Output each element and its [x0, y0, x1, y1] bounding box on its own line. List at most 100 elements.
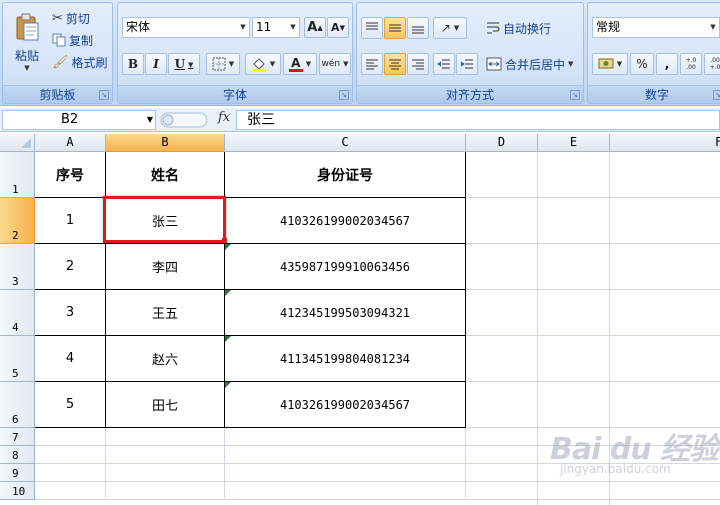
error-indicator-icon[interactable]	[225, 336, 231, 342]
cell-b3[interactable]: 李四	[106, 244, 224, 289]
paste-icon	[16, 13, 39, 40]
chevron-down-icon: ▼	[710, 23, 716, 31]
error-indicator-icon[interactable]	[225, 290, 231, 296]
decrease-decimal-button[interactable]: .00 +.0	[704, 53, 720, 75]
gridline	[466, 381, 720, 382]
copy-button[interactable]: 复制	[51, 31, 94, 49]
row-header-8[interactable]: 8	[0, 446, 35, 464]
row-header-7[interactable]: 7	[0, 428, 35, 446]
decrease-indent-button[interactable]	[433, 53, 455, 75]
cell-c6[interactable]: 410326199002034567	[225, 382, 465, 427]
chevron-down-icon: ▼	[146, 115, 153, 124]
align-top-button[interactable]	[361, 17, 383, 39]
formula-input[interactable]: 张三	[236, 110, 720, 130]
fill-handle[interactable]	[222, 238, 227, 243]
cell-a2[interactable]: 1	[35, 198, 105, 243]
cell-c1[interactable]: 身份证号	[225, 152, 465, 197]
wrap-text-icon	[487, 22, 500, 34]
column-header-f[interactable]: F	[610, 134, 720, 152]
align-right-button[interactable]	[407, 53, 429, 75]
cell-c5[interactable]: 411345199804081234	[225, 336, 465, 381]
cell-a1[interactable]: 序号	[35, 152, 105, 197]
merge-center-label: 合并后居中	[505, 57, 566, 72]
align-middle-button[interactable]	[384, 17, 406, 39]
cell-a6[interactable]: 5	[35, 382, 105, 427]
cell-b6[interactable]: 田七	[106, 382, 224, 427]
row-header-5[interactable]: 5	[0, 336, 35, 382]
increase-indent-button[interactable]	[456, 53, 478, 75]
increase-decimal-button[interactable]: +.0 .00	[680, 53, 702, 75]
format-painter-button[interactable]: 🖌 格式刷	[51, 53, 109, 71]
align-right-icon	[412, 59, 424, 70]
error-indicator-icon[interactable]	[225, 382, 231, 388]
phonetic-button[interactable]: wén ▼	[319, 53, 351, 75]
column-header-a[interactable]: A	[35, 134, 106, 152]
column-header-b[interactable]: B	[106, 134, 225, 152]
align-left-button[interactable]	[361, 53, 383, 75]
cut-button[interactable]: ✂ 剪切	[51, 9, 91, 27]
error-indicator-icon[interactable]	[225, 244, 231, 250]
align-center-button[interactable]	[384, 53, 406, 75]
select-all-button[interactable]	[0, 134, 35, 152]
number-format-select[interactable]: 常规 ▼	[592, 17, 720, 38]
table-border	[35, 197, 466, 198]
font-launcher-icon[interactable]: ↘	[339, 90, 349, 100]
cell-c3[interactable]: 435987199910063456	[225, 244, 465, 289]
row-header-6[interactable]: 6	[0, 382, 35, 428]
cell-b4[interactable]: 王五	[106, 290, 224, 335]
row-header-4[interactable]: 4	[0, 290, 35, 336]
cell-c2[interactable]: 410326199002034567	[225, 198, 465, 243]
cell-a5[interactable]: 4	[35, 336, 105, 381]
borders-icon	[212, 57, 226, 71]
formula-controls: fx	[160, 110, 234, 130]
number-launcher-icon[interactable]: ↘	[713, 90, 720, 100]
gridline	[465, 428, 466, 498]
cell-a3[interactable]: 2	[35, 244, 105, 289]
column-header-c[interactable]: C	[225, 134, 466, 152]
merge-cells-icon	[486, 57, 502, 71]
borders-button[interactable]: ▼	[206, 53, 240, 75]
row-number: 1	[12, 183, 19, 196]
row-header-1[interactable]: 1	[0, 152, 35, 198]
table-border	[35, 243, 466, 244]
currency-button[interactable]: ▼	[592, 53, 628, 75]
alignment-launcher-icon[interactable]: ↘	[570, 90, 580, 100]
paste-dropdown-icon: ▼	[24, 63, 30, 72]
insert-function-button[interactable]: fx	[218, 110, 230, 125]
active-cell-highlight	[103, 196, 226, 243]
wrap-text-button[interactable]: 自动换行	[485, 17, 552, 39]
percent-button[interactable]: %	[630, 53, 654, 75]
comma-style-button[interactable]: ,	[656, 53, 678, 75]
cell-b5[interactable]: 赵六	[106, 336, 224, 381]
row-header-9[interactable]: 9	[0, 464, 35, 482]
align-bottom-button[interactable]	[407, 17, 429, 39]
row-header-3[interactable]: 3	[0, 244, 35, 290]
cell-c4[interactable]: 412345199503094321	[225, 290, 465, 335]
fill-color-button[interactable]: ▼	[245, 53, 281, 75]
column-header-d[interactable]: D	[466, 134, 538, 152]
format-painter-label: 格式刷	[71, 55, 108, 70]
clipboard-launcher-icon[interactable]: ↘	[99, 90, 109, 100]
align-top-icon	[366, 22, 378, 30]
shrink-font-button[interactable]: A ▼	[327, 17, 349, 38]
font-size-select[interactable]: 11 ▼	[252, 17, 300, 38]
underline-button[interactable]: U ▼	[168, 53, 200, 75]
formula-splitter-icon[interactable]	[160, 110, 210, 130]
row-header-2[interactable]: 2	[0, 198, 35, 244]
paste-button[interactable]: 粘贴 ▼	[7, 7, 47, 77]
italic-button[interactable]: I	[145, 53, 167, 75]
name-box[interactable]: B2 ▼	[2, 110, 156, 130]
orientation-button[interactable]: ↗ ▼	[433, 17, 467, 39]
column-header-e[interactable]: E	[538, 134, 610, 152]
bold-button[interactable]: B	[122, 53, 144, 75]
grow-font-button[interactable]: A ▲	[304, 17, 326, 38]
font-name-select[interactable]: 宋体 ▼	[122, 17, 250, 38]
row-header-10[interactable]: 10	[0, 482, 35, 500]
cut-label: 剪切	[65, 11, 90, 26]
table-border	[35, 427, 466, 428]
font-color-button[interactable]: A ▼	[283, 53, 317, 75]
merge-center-button[interactable]: 合并后居中 ▼	[485, 53, 574, 75]
ribbon: 粘贴 ▼ ✂ 剪切 复制 🖌 格式刷 剪贴板 ↘ 宋体 ▼ 11 ▼ A ▲ A…	[0, 0, 720, 106]
cell-a4[interactable]: 3	[35, 290, 105, 335]
cell-b1[interactable]: 姓名	[106, 152, 224, 197]
